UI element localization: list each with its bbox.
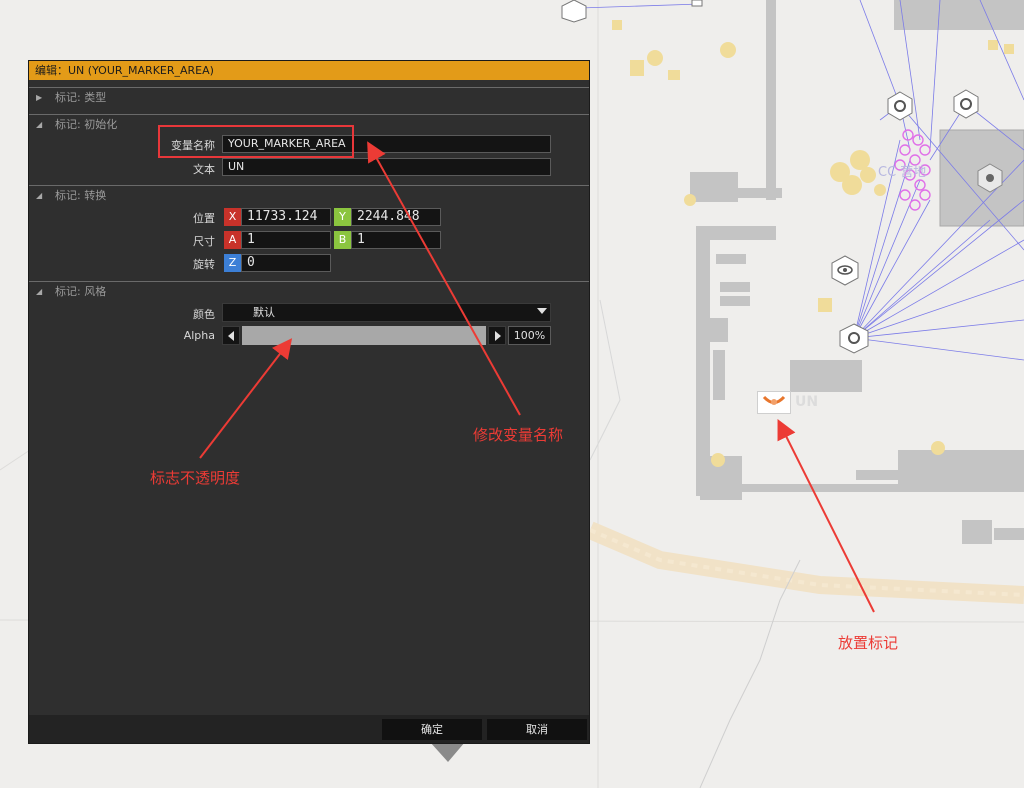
section-style-label: 标记: 风格 [55,285,107,298]
collapse-down-icon: ◢ [36,120,43,129]
size-b-axis: B [334,231,351,249]
un-emblem-icon [762,395,786,405]
color-label: 颜色 [193,308,215,321]
section-transform-header[interactable]: ◢ 标记: 转换 [29,185,589,205]
text-label: 文本 [193,163,215,176]
marker-label: UN [795,394,819,410]
position-label: 位置 [193,212,215,225]
section-init-label: 标记: 初始化 [55,118,118,131]
position-x-input[interactable]: 11733.124 [241,208,331,226]
dialog-title[interactable]: 编辑：UN (YOUR_MARKER_AREA) [29,61,589,80]
expand-right-icon: ▶ [36,93,43,102]
variable-name-highlight-box [158,125,354,158]
dialog-footer: 确定 取消 [29,715,589,743]
ok-button[interactable]: 确定 [382,719,482,740]
rotation-label: 旋转 [193,258,215,271]
position-x-axis: X [224,208,241,226]
rotation-z-axis: Z [224,254,241,272]
alpha-slider[interactable] [242,326,486,345]
position-y-axis: Y [334,208,351,226]
position-y-input[interactable]: 2244.848 [351,208,441,226]
collapse-down-icon: ◢ [36,191,43,200]
arrow-right-icon [495,331,501,341]
alpha-slider-fill [242,326,486,345]
annotation-place: 放置标记 [838,634,899,652]
cancel-button[interactable]: 取消 [487,719,587,740]
size-a-axis: A [224,231,241,249]
alpha-label: Alpha [183,329,215,342]
size-b-input[interactable]: 1 [351,231,441,249]
collapse-down-icon: ◢ [36,287,43,296]
rotation-z-input[interactable]: 0 [241,254,331,272]
section-style-header[interactable]: ◢ 标记: 风格 [29,281,589,301]
marker-edit-dialog: 编辑：UN (YOUR_MARKER_AREA) ▶ 标记: 类型 ◢ 标记: … [28,60,590,744]
section-transform-label: 标记: 转换 [55,189,107,202]
alpha-value: 100% [508,326,551,345]
alpha-increase-button[interactable] [488,326,506,345]
arrow-left-icon [228,331,234,341]
section-type-label: 标记: 类型 [55,91,107,104]
annotation-rename: 修改变量名称 [473,426,564,444]
un-marker[interactable] [757,391,791,414]
size-a-input[interactable]: 1 [241,231,331,249]
color-value: 默认 [253,306,275,319]
chevron-down-icon [537,308,547,314]
svg-text:CC 营地: CC 营地 [878,165,926,180]
annotation-opacity: 标志不透明度 [150,469,241,487]
text-input[interactable]: UN [222,158,551,176]
alpha-decrease-button[interactable] [222,326,240,345]
size-label: 尺寸 [193,235,215,248]
section-type-header[interactable]: ▶ 标记: 类型 [29,87,589,107]
color-dropdown[interactable]: 默认 [222,303,551,322]
